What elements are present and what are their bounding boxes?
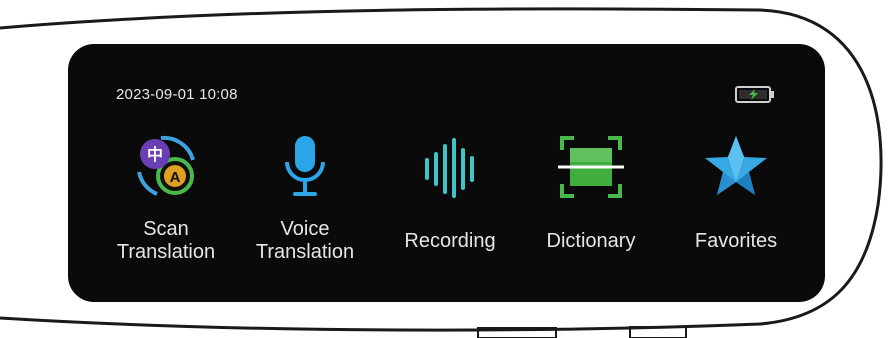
chinese-badge: 中 <box>147 145 163 164</box>
app-label: Favorites <box>694 230 778 252</box>
scan-translation-icon: A 中 <box>137 135 195 196</box>
app-scan-translation[interactable]: A 中 Scan Translation <box>106 132 226 282</box>
app-favorites[interactable]: Favorites <box>676 132 796 282</box>
star-icon <box>705 136 767 195</box>
app-label-line2: Translation <box>116 241 216 263</box>
battery-charging-icon <box>735 86 774 103</box>
scan-frame-icon <box>558 136 624 198</box>
sound-wave-icon <box>425 138 474 198</box>
app-label: Recording <box>404 230 496 252</box>
app-label-line2: Translation <box>255 241 355 263</box>
app-dictionary[interactable]: Dictionary <box>531 132 651 282</box>
device-screen: 2023-09-01 10:08 A 中 Scan Translation Vo… <box>68 44 825 302</box>
app-label: Voice Translation <box>256 218 354 264</box>
app-label-line1: Voice <box>280 218 330 240</box>
microphone-icon <box>285 136 325 196</box>
status-datetime: 2023-09-01 10:08 <box>116 86 238 103</box>
app-recording[interactable]: Recording <box>390 132 510 282</box>
app-label: Dictionary <box>546 230 636 252</box>
latin-badge: A <box>170 169 181 186</box>
app-label-line1: Scan <box>143 218 189 240</box>
app-label: Scan Translation <box>117 218 215 264</box>
app-voice-translation[interactable]: Voice Translation <box>245 132 365 282</box>
